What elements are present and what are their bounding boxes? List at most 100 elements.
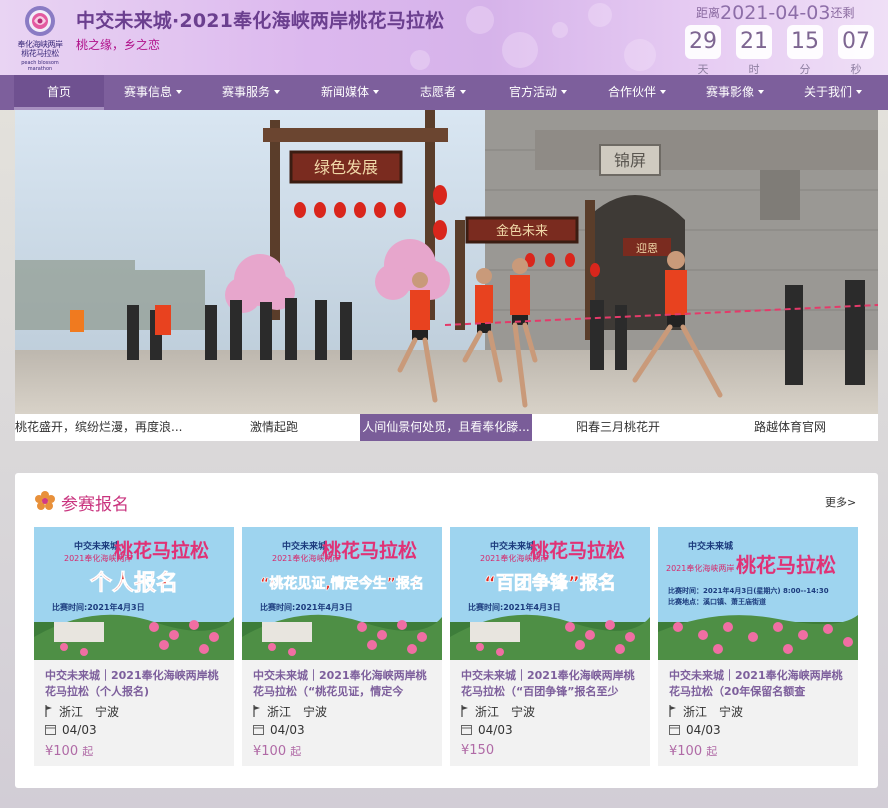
chevron-down-icon (274, 90, 280, 94)
countdown-days-unit: 天 (697, 63, 709, 75)
registration-title: 参赛报名 (61, 495, 129, 515)
hero-caption-tab[interactable]: 激情起跑 (188, 414, 360, 441)
site-header: 奉化海峡两岸 桃花马拉松 peach blossom marathon 中交未来… (0, 0, 888, 75)
svg-text:桃花马拉松: 桃花马拉松 (530, 539, 625, 562)
svg-text:2021奉化海峡两岸: 2021奉化海峡两岸 (666, 563, 734, 573)
logo-text-line1: 奉化海峡两岸 (17, 40, 64, 49)
countdown-seconds-unit: 秒 (850, 63, 862, 75)
countdown-minutes-unit: 分 (799, 63, 811, 75)
nav-item-home[interactable]: 首页 (14, 75, 104, 110)
svg-text:中交未来城: 中交未来城 (74, 540, 119, 552)
card-location: 浙江 宁波 (253, 703, 327, 720)
svg-text:桃花马拉松: 桃花马拉松 (736, 553, 836, 577)
svg-text:个人报名: 个人报名 (90, 570, 178, 596)
card-date: 04/03 (461, 723, 513, 737)
card-poster: 中交未来城 2021奉化海峡两岸 桃花马拉松 “百团争锋”报名 比赛时间:202… (450, 527, 650, 660)
site-logo[interactable]: 奉化海峡两岸 桃花马拉松 peach blossom marathon (12, 4, 68, 72)
card-price: ¥100 起 (253, 744, 302, 759)
calendar-icon (461, 725, 472, 735)
wall-sign-text: 锦屏 (614, 151, 646, 170)
calendar-icon (253, 725, 264, 735)
card-title[interactable]: 中交未来城｜2021奉化海峡两岸桃花马拉松（20年保留名额查 (669, 668, 851, 702)
arch-sign-right: 迎恩 (636, 242, 658, 255)
card-title[interactable]: 中交未来城｜2021奉化海峡两岸桃花马拉松（“桃花见证，情定今 (253, 668, 435, 702)
chevron-down-icon (460, 90, 466, 94)
chevron-down-icon (561, 90, 567, 94)
svg-text:比赛时间:2021年4月3日: 比赛时间:2021年4月3日 (260, 602, 353, 612)
chevron-down-icon (660, 90, 666, 94)
peach-blossom-logo-icon (25, 6, 55, 36)
svg-text:“桃花见证,情定今生”报名: “桃花见证,情定今生”报名 (260, 575, 424, 592)
svg-text:比赛时间:2021年4月3日: 比赛时间:2021年4月3日 (52, 602, 145, 612)
flag-icon (461, 705, 468, 717)
site-title: 中交未来城·2021奉化海峡两岸桃花马拉松 (76, 10, 445, 32)
chevron-down-icon (373, 90, 379, 94)
countdown-hours-unit: 时 (748, 63, 760, 75)
nav-item-news-media[interactable]: 新闻媒体 (305, 75, 395, 110)
registration-card[interactable]: 中交未来城 2021奉化海峡两岸 桃花马拉松 “百团争锋”报名 比赛时间:202… (450, 527, 650, 766)
flag-icon (669, 705, 676, 717)
card-date: 04/03 (669, 723, 721, 737)
hero-caption-tab[interactable]: 阳春三月桃花开 (532, 414, 704, 441)
card-poster: 中交未来城 2021奉化海峡两岸 桃花马拉松 比赛时间：2021年4月3日(星期… (658, 527, 858, 660)
chevron-down-icon (758, 90, 764, 94)
svg-text:桃花马拉松: 桃花马拉松 (322, 539, 417, 562)
svg-text:中交未来城: 中交未来城 (490, 540, 535, 552)
logo-text-line2: 桃花马拉松 (21, 49, 59, 58)
svg-text:“百团争锋”报名: “百团争锋”报名 (484, 572, 616, 594)
nav-item-official-events[interactable]: 官方活动 (493, 75, 583, 110)
chevron-down-icon (856, 90, 862, 94)
card-location: 浙江 宁波 (45, 703, 119, 720)
nav-item-about-us[interactable]: 关于我们 (788, 75, 878, 110)
svg-text:中交未来城: 中交未来城 (688, 540, 733, 552)
card-title[interactable]: 中交未来城｜2021奉化海峡两岸桃花马拉松（“百团争锋”报名至少 (461, 668, 643, 702)
svg-text:比赛地点：溪口镇、萧王庙街道: 比赛地点：溪口镇、萧王庙街道 (668, 597, 766, 606)
card-title[interactable]: 中交未来城｜2021奉化海峡两岸桃花马拉松（个人报名) (45, 668, 227, 702)
card-price: ¥100 起 (45, 744, 94, 759)
nav-item-gallery[interactable]: 赛事影像 (690, 75, 780, 110)
countdown-suffix: 还剩 (830, 6, 855, 20)
calendar-icon (669, 725, 680, 735)
card-location: 浙江 宁波 (669, 703, 743, 720)
countdown-prefix: 距离 (696, 6, 721, 20)
hero-caption-tab[interactable]: 桃花盛开，缤纷烂漫，再度浪... (15, 414, 187, 441)
card-date: 04/03 (253, 723, 305, 737)
arch-sign-top: 绿色发展 (314, 158, 378, 177)
peach-blossom-icon (35, 491, 55, 510)
countdown-date: 2021-04-03 (720, 2, 831, 24)
nav-item-partners[interactable]: 合作伙伴 (592, 75, 682, 110)
registration-card[interactable]: 中交未来城 2021奉化海峡两岸 桃花马拉松 “桃花见证,情定今生”报名 比赛时… (242, 527, 442, 766)
calendar-icon (45, 725, 56, 735)
main-nav: 首页 赛事信息 赛事服务 新闻媒体 志愿者 官方活动 合作伙伴 赛事影像 关于我… (0, 75, 888, 110)
svg-text:中交未来城: 中交未来城 (282, 540, 327, 552)
flag-icon (253, 705, 260, 717)
more-link[interactable]: 更多> (825, 494, 856, 510)
hero-caption-tab-active[interactable]: 人间仙景何处觅，且看奉化滕... (360, 414, 532, 441)
countdown-days: 29 (685, 25, 721, 59)
card-price: ¥100 起 (669, 744, 718, 759)
flag-icon (45, 705, 52, 717)
registration-card[interactable]: 中交未来城 2021奉化海峡两岸 桃花马拉松 比赛时间：2021年4月3日(星期… (658, 527, 858, 766)
marathon-runners-photo: 锦屏 绿色发展 金色未来 迎恩 (15, 110, 878, 414)
logo-subtitle: peach blossom marathon (21, 60, 59, 72)
card-date: 04/03 (45, 723, 97, 737)
card-poster: 中交未来城 2021奉化海峡两岸 桃花马拉松 “桃花见证,情定今生”报名 比赛时… (242, 527, 442, 660)
hero-caption-tab[interactable]: 路越体育官网 (704, 414, 876, 441)
countdown-heading: 距离2021-04-03还剩 (696, 2, 888, 24)
card-poster: 中交未来城 2021奉化海峡两岸 桃花马拉松 个人报名 比赛时间:2021年4月… (34, 527, 234, 660)
countdown-minutes: 15 (787, 25, 823, 59)
site-slogan: 桃之缘，乡之恋 (76, 38, 161, 52)
nav-item-event-info[interactable]: 赛事信息 (108, 75, 198, 110)
hero-carousel-image[interactable]: 锦屏 绿色发展 金色未来 迎恩 (15, 110, 878, 414)
registration-card[interactable]: 中交未来城 2021奉化海峡两岸 桃花马拉松 个人报名 比赛时间:2021年4月… (34, 527, 234, 766)
card-price: ¥150 (461, 743, 495, 758)
svg-text:比赛时间：2021年4月3日(星期六) 8:00--14:3: 比赛时间：2021年4月3日(星期六) 8:00--14:30 (668, 586, 829, 595)
hero-caption-bar: 桃花盛开，缤纷烂漫，再度浪... 激情起跑 人间仙景何处觅，且看奉化滕... 阳… (15, 414, 878, 441)
nav-item-event-service[interactable]: 赛事服务 (206, 75, 296, 110)
svg-text:桃花马拉松: 桃花马拉松 (114, 539, 209, 562)
nav-item-volunteers[interactable]: 志愿者 (398, 75, 488, 110)
svg-text:比赛时间:2021年4月3日: 比赛时间:2021年4月3日 (468, 602, 561, 612)
countdown-seconds: 07 (838, 25, 874, 59)
chevron-down-icon (176, 90, 182, 94)
card-location: 浙江 宁波 (461, 703, 535, 720)
